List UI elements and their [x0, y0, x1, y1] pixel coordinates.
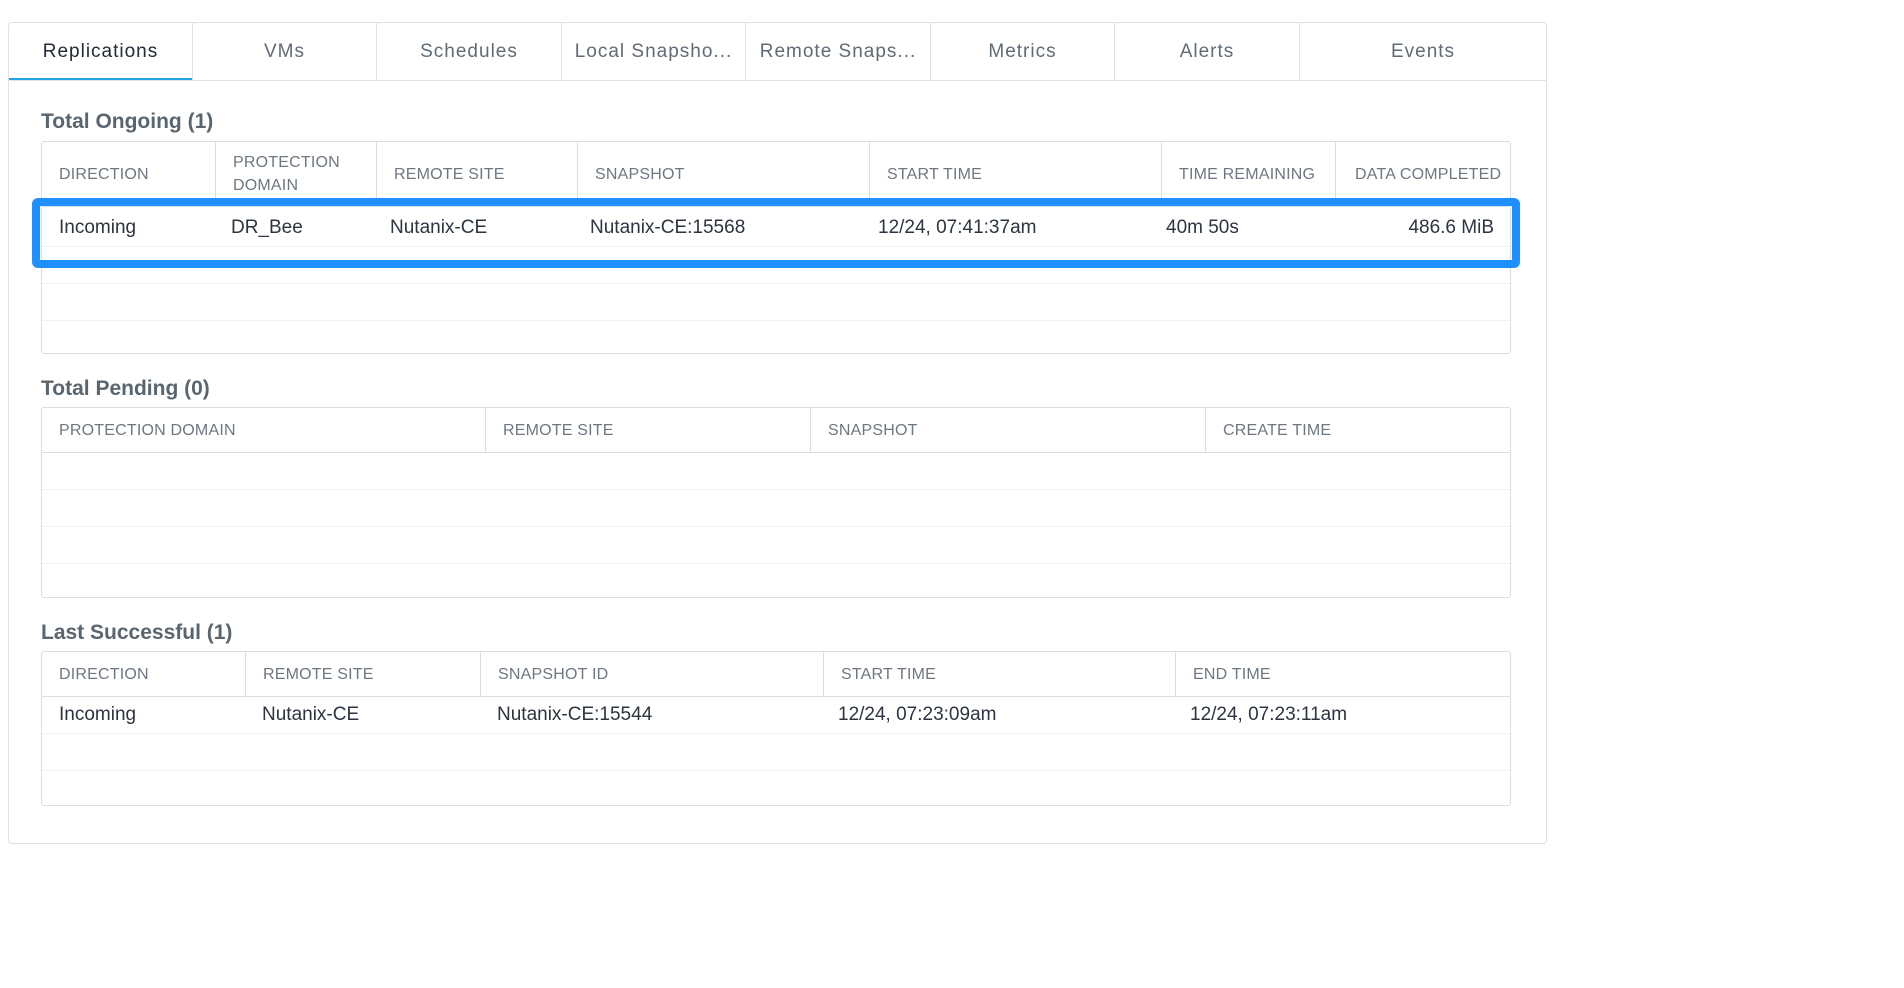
tab-remote-snapshots[interactable]: Remote Snaps... [746, 23, 931, 80]
empty-row [42, 771, 1510, 807]
cell-data-completed: 486.6 MiB [1408, 217, 1494, 238]
table-header: DIRECTION REMOTE SITE SNAPSHOT ID START … [42, 652, 1510, 697]
cell-start-time: 12/24, 07:23:09am [838, 704, 997, 725]
tab-metrics[interactable]: Metrics [931, 23, 1115, 80]
empty-row [42, 564, 1510, 600]
empty-row [42, 453, 1510, 490]
column-header[interactable]: PROTECTION DOMAIN [215, 142, 376, 206]
table-body: Incoming Nutanix-CE Nutanix-CE:15544 12/… [42, 697, 1510, 807]
table-header: DIRECTION PROTECTION DOMAIN REMOTE SITE … [42, 142, 1510, 207]
tab-bar: Replications VMs Schedules Local Snapsho… [9, 23, 1546, 81]
empty-row [42, 284, 1510, 321]
cell-remote-site: Nutanix-CE [262, 704, 360, 725]
table-row[interactable]: Incoming DR_Bee Nutanix-CE Nutanix-CE:15… [42, 210, 1510, 247]
cell-remote-site: Nutanix-CE [390, 217, 488, 238]
empty-row [42, 734, 1510, 771]
pending-table: PROTECTION DOMAIN REMOTE SITE SNAPSHOT C… [41, 407, 1511, 598]
tab-label: Local Snapsho... [574, 40, 733, 62]
tab-label: Events [1390, 40, 1456, 62]
column-header[interactable]: PROTECTION DOMAIN [42, 408, 485, 452]
column-header[interactable]: DIRECTION [42, 652, 245, 696]
column-header[interactable]: DATA COMPLETED [1335, 142, 1510, 206]
cell-time-remaining: 40m 50s [1166, 217, 1239, 238]
column-header[interactable]: REMOTE SITE [376, 142, 577, 206]
cell-snapshot: Nutanix-CE:15568 [590, 217, 746, 238]
cell-start-time: 12/24, 07:41:37am [878, 217, 1037, 238]
successful-section-title: Last Successful (1) [41, 621, 233, 644]
empty-row [42, 321, 1510, 357]
column-header[interactable]: SNAPSHOT [577, 142, 869, 206]
ongoing-table: DIRECTION PROTECTION DOMAIN REMOTE SITE … [41, 141, 1511, 354]
tab-vms[interactable]: VMs [193, 23, 377, 80]
table-row[interactable]: Incoming Nutanix-CE Nutanix-CE:15544 12/… [42, 697, 1510, 734]
active-tab-indicator [9, 78, 192, 80]
cell-protection-domain: DR_Bee [231, 217, 303, 238]
ongoing-section-title: Total Ongoing (1) [41, 110, 214, 133]
cell-direction: Incoming [59, 217, 137, 238]
column-header[interactable]: SNAPSHOT ID [480, 652, 823, 696]
table-body [42, 453, 1510, 600]
successful-table: DIRECTION REMOTE SITE SNAPSHOT ID START … [41, 651, 1511, 806]
pending-section-title: Total Pending (0) [41, 377, 210, 400]
column-header[interactable]: END TIME [1175, 652, 1510, 696]
cell-direction: Incoming [59, 704, 137, 725]
column-header[interactable]: SNAPSHOT [810, 408, 1205, 452]
tab-label: Metrics [988, 40, 1057, 62]
column-header[interactable]: DIRECTION [42, 142, 215, 206]
tab-label: Schedules [420, 40, 518, 62]
tab-replications[interactable]: Replications [9, 23, 193, 80]
tab-events[interactable]: Events [1300, 23, 1546, 80]
table-header: PROTECTION DOMAIN REMOTE SITE SNAPSHOT C… [42, 408, 1510, 453]
cell-end-time: 12/24, 07:23:11am [1190, 704, 1348, 725]
empty-row [42, 247, 1510, 284]
tab-label: VMs [264, 40, 305, 62]
column-header[interactable]: START TIME [823, 652, 1175, 696]
tab-label: Replications [42, 40, 159, 62]
column-header[interactable]: TIME REMAINING [1161, 142, 1335, 206]
empty-row [42, 527, 1510, 564]
column-header[interactable]: REMOTE SITE [485, 408, 810, 452]
empty-row [42, 490, 1510, 527]
column-header[interactable]: START TIME [869, 142, 1161, 206]
table-body: Incoming DR_Bee Nutanix-CE Nutanix-CE:15… [42, 210, 1510, 357]
tab-label: Alerts [1179, 40, 1235, 62]
tab-label: Remote Snaps... [759, 40, 917, 62]
tab-local-snapshots[interactable]: Local Snapsho... [562, 23, 746, 80]
tab-alerts[interactable]: Alerts [1115, 23, 1300, 80]
column-header[interactable]: REMOTE SITE [245, 652, 480, 696]
tab-schedules[interactable]: Schedules [377, 23, 562, 80]
cell-snapshot-id: Nutanix-CE:15544 [497, 704, 653, 725]
column-header[interactable]: CREATE TIME [1205, 408, 1510, 452]
